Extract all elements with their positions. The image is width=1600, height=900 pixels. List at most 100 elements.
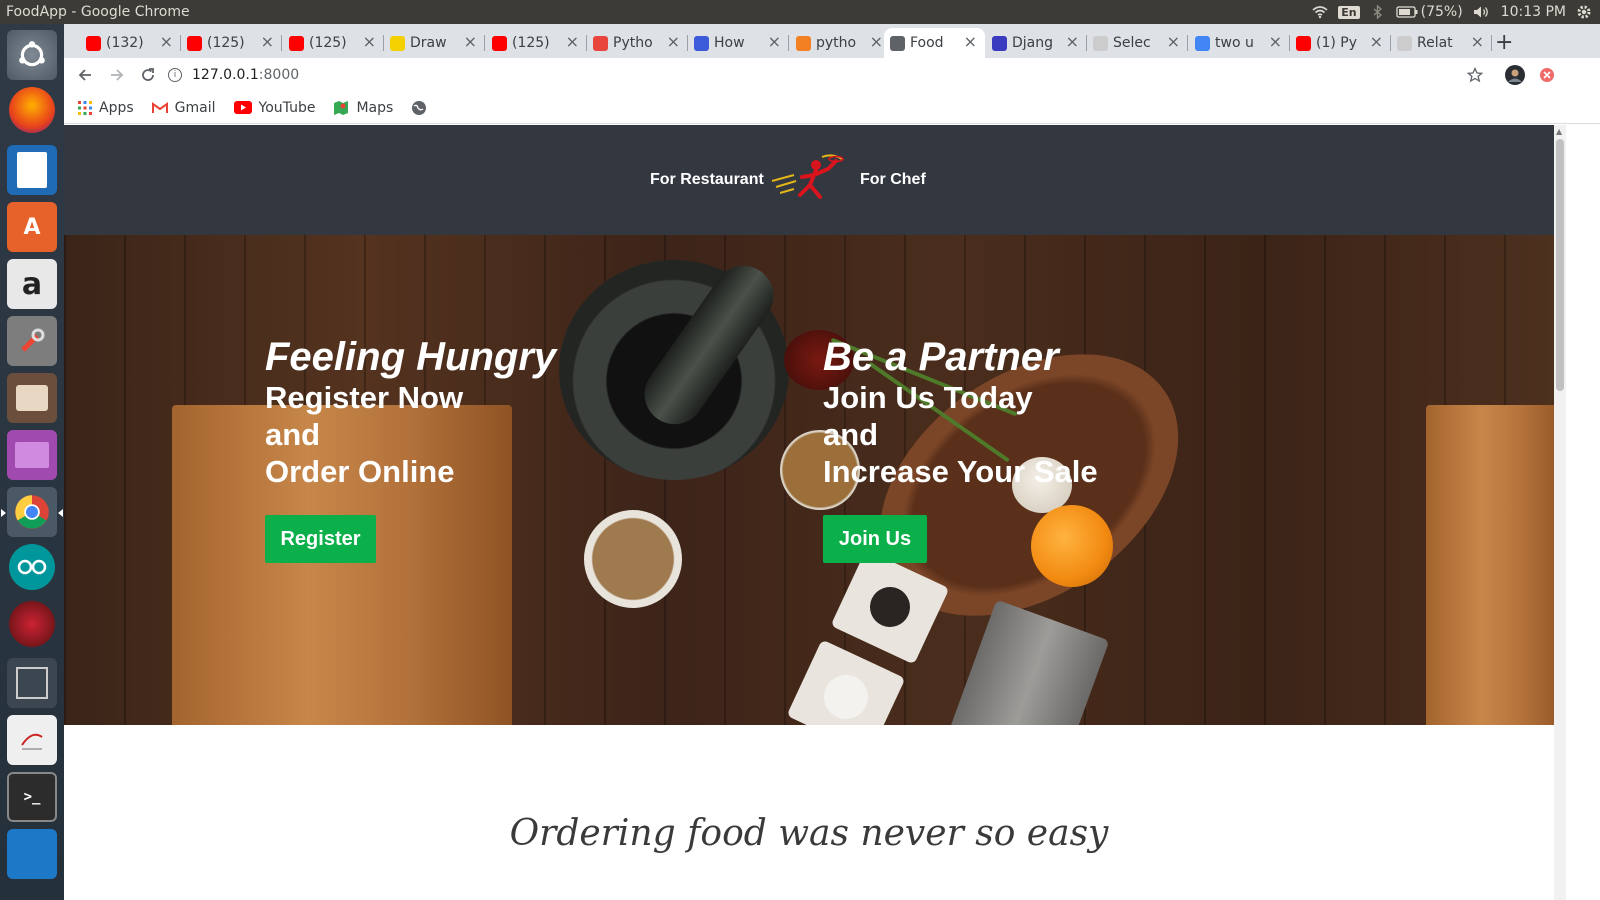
browser-tab[interactable]: two u × [1189,28,1290,58]
dash-home-icon[interactable] [7,30,57,80]
close-tab-icon[interactable]: × [964,32,977,51]
reload-icon[interactable] [137,64,159,86]
clock[interactable]: 10:13 PM [1501,4,1566,20]
customer-line-3: Order Online [265,454,455,489]
close-tab-icon[interactable]: × [566,32,579,51]
tab-strip: (132) × (125) × (125) × Draw × (125) × Pytho × How × p… [64,24,1600,58]
partner-heading: Be a Partner [823,335,1059,379]
address-bar[interactable]: i 127.0.0.1:8000 [168,61,1508,89]
bookmark-youtube[interactable]: YouTube [233,99,316,116]
browser-tab[interactable]: pytho × [790,28,891,58]
text-editor-icon[interactable] [7,715,57,765]
volume-icon[interactable] [1473,5,1491,19]
arduino-icon[interactable] [9,544,55,590]
media-player-icon[interactable] [7,430,57,480]
extension-icon[interactable] [1536,64,1558,86]
globe-icon [412,100,427,115]
browser-tab[interactable]: Relat × [1391,28,1492,58]
close-tab-icon[interactable]: × [261,32,274,51]
bookmark-star-icon[interactable] [1464,64,1486,86]
new-tab-button[interactable]: + [1495,30,1513,55]
scroll-up-arrow-icon[interactable]: ▲ [1556,127,1562,136]
site-info-icon[interactable]: i [168,68,182,82]
battery-icon [1395,6,1418,18]
bookmark-apps[interactable]: Apps [78,100,134,116]
web-page: For Restaurant For Chef Feeling Hungry R… [64,125,1600,900]
terminal-icon[interactable]: >_ [7,772,57,822]
browser-tab[interactable]: (1) Py × [1290,28,1391,58]
close-tab-icon[interactable]: × [1370,32,1383,51]
back-arrow-icon[interactable] [74,64,96,86]
app-icon[interactable] [9,601,55,647]
close-tab-icon[interactable]: × [1167,32,1180,51]
register-button[interactable]: Register [265,515,376,563]
bookmark-globe[interactable] [411,100,427,116]
browser-tab[interactable]: Selec × [1087,28,1188,58]
firefox-icon[interactable] [9,87,55,133]
libreoffice-writer-icon[interactable] [7,145,57,195]
customer-heading: Feeling Hungry [265,335,557,379]
bookmark-maps[interactable]: Maps [333,100,393,116]
maps-icon [334,100,349,115]
battery-indicator[interactable]: (75%) [1395,4,1463,20]
tab-label: Selec [1113,35,1151,51]
scrollbar-thumb[interactable] [1556,139,1564,391]
close-tab-icon[interactable]: × [160,32,173,51]
forward-arrow-icon[interactable] [106,64,128,86]
close-tab-icon[interactable]: × [1269,32,1282,51]
settings-gear-icon[interactable] [1576,4,1592,20]
apps-grid-icon [78,100,92,115]
cleaver-image [938,599,1110,725]
for-restaurant-link[interactable]: For Restaurant [650,171,764,189]
grid-icon [992,36,1007,51]
foodapp-logo-icon[interactable] [770,151,850,207]
customer-line-2: and [265,417,321,452]
partner-line-1: Join Us Today [823,380,1033,415]
files-icon[interactable] [7,373,57,423]
bookmarks-bar: Apps Gmail YouTube Maps [64,92,1600,124]
system-settings-icon[interactable] [7,316,57,366]
page-scrollbar[interactable]: ▲ [1554,125,1566,900]
browser-tab[interactable]: Food × [884,28,985,58]
browser-tab[interactable]: How × [688,28,789,58]
browser-tab[interactable]: Djang × [986,28,1087,58]
close-tab-icon[interactable]: × [464,32,477,51]
browser-toolbar: i 127.0.0.1:8000 [64,58,1600,92]
browser-tab[interactable]: Draw × [384,28,485,58]
partner-line-2: and [823,417,879,452]
bluetooth-icon[interactable] [1370,5,1386,19]
browser-tab[interactable]: (125) × [181,28,282,58]
browser-tab[interactable]: (125) × [486,28,587,58]
close-tab-icon[interactable]: × [667,32,680,51]
gmail-icon [151,101,168,113]
chrome-icon[interactable] [1,487,63,537]
close-tab-icon[interactable]: × [363,32,376,51]
close-tab-icon[interactable]: × [870,32,883,51]
wifi-icon[interactable] [1312,5,1328,19]
orange-image [1031,505,1113,587]
bookmark-label: Apps [99,99,134,116]
browser-tab[interactable]: (132) × [80,28,181,58]
join-us-button[interactable]: Join Us [823,515,927,563]
bookmark-gmail[interactable]: Gmail [151,100,216,116]
software-center-icon[interactable]: A [7,202,57,252]
for-chef-link[interactable]: For Chef [860,171,926,189]
amazon-icon[interactable]: a [7,259,57,309]
bookmark-label: YouTube [258,99,316,116]
url-port: :8000 [258,67,300,83]
browser-tab[interactable]: Pytho × [587,28,688,58]
vscode-icon[interactable] [7,829,57,879]
customer-line-1: Register Now [265,380,464,415]
close-tab-icon[interactable]: × [1066,32,1079,51]
site-header: For Restaurant For Chef [64,125,1554,235]
tab-separator [1187,35,1188,51]
profile-avatar[interactable] [1504,64,1526,86]
tab-label: Pytho [613,35,653,51]
close-tab-icon[interactable]: × [768,32,781,51]
tab-separator [484,35,485,51]
browser-tab[interactable]: (125) × [283,28,384,58]
close-tab-icon[interactable]: × [1471,32,1484,51]
keyboard-layout-indicator[interactable]: En [1338,5,1360,19]
tab-label: Food [910,35,944,51]
workspace-switcher-icon[interactable] [7,658,57,708]
